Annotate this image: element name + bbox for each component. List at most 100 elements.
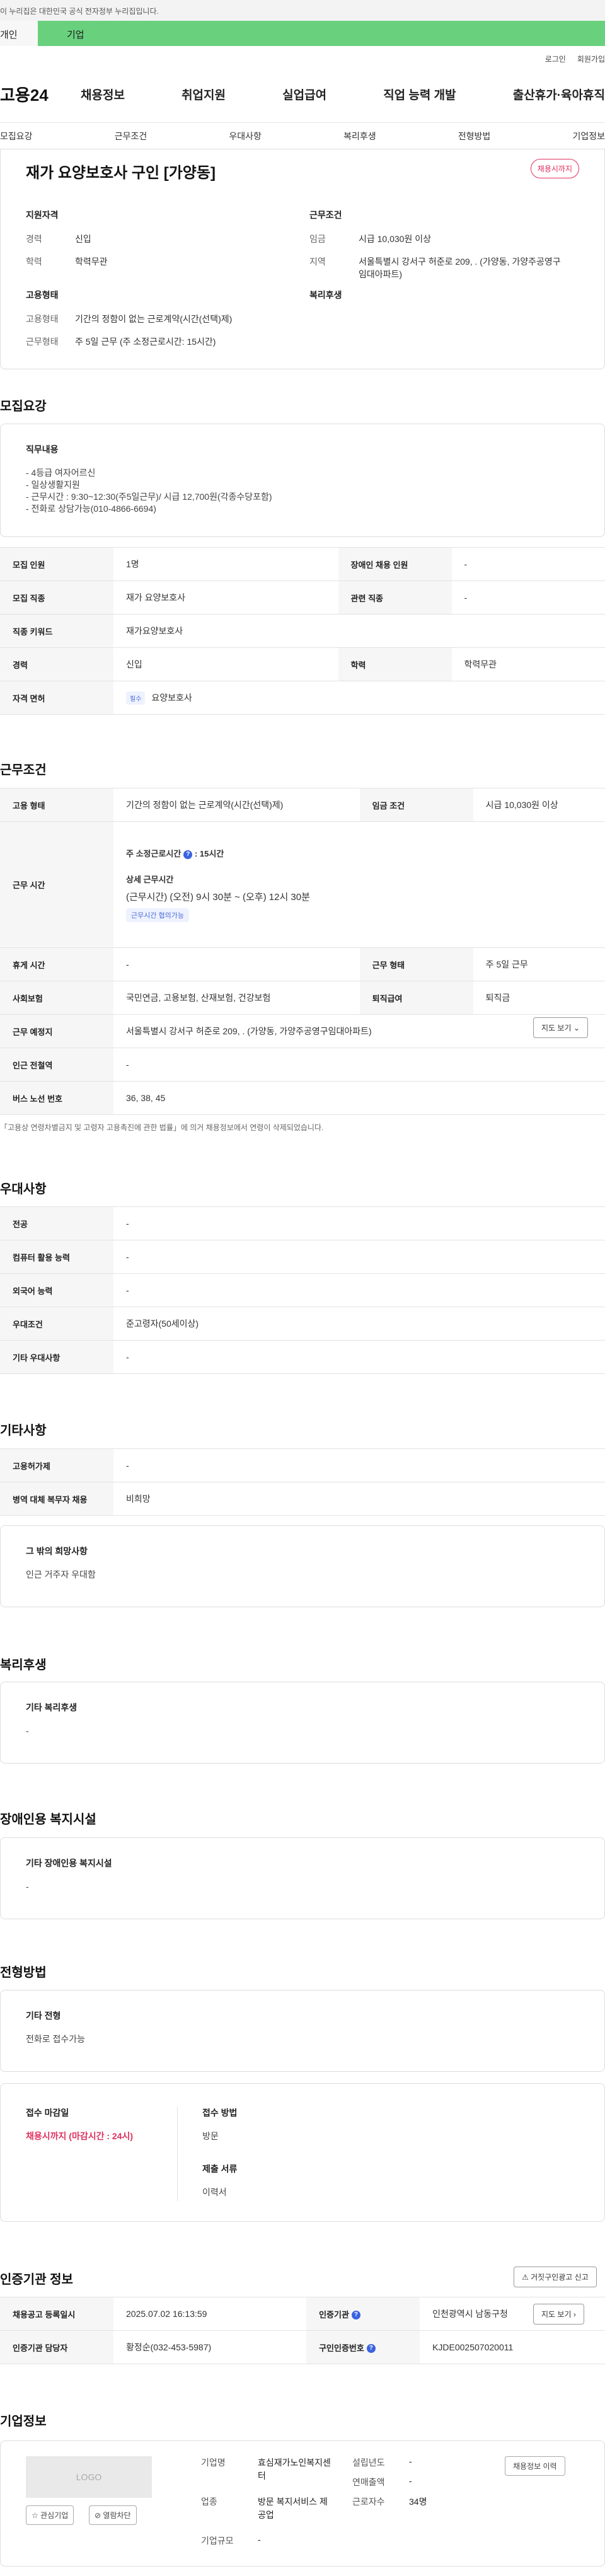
company-value: -	[258, 2534, 261, 2544]
benefit-text: -	[26, 1726, 29, 1736]
subnav-item-preference[interactable]: 우대사항	[229, 130, 262, 142]
table-key: 근무 시간	[0, 821, 113, 948]
table-value: 시급 10,030원 이상	[473, 788, 605, 822]
application-divider	[177, 2106, 178, 2201]
detail-hours-head: 상세 근무시간	[126, 875, 174, 884]
info-icon[interactable]: ?	[351, 2311, 360, 2320]
summary-row: 경력 신입	[26, 233, 291, 245]
duty-line: - 일상생활지원	[26, 480, 80, 490]
table-value: 국민연금, 고용보험, 산재보험, 건강보험	[113, 981, 360, 1015]
info-icon[interactable]: ?	[366, 2344, 376, 2354]
summary-value: 기간의 정함이 없는 근로계약(시간(선택)제)	[75, 314, 233, 324]
gnb-item-unemployment-benefit[interactable]: 실업급여	[282, 86, 326, 103]
other-wish-text: 인근 거주자 우대함	[26, 1569, 96, 1580]
etc-section-title: 기타사항	[0, 1424, 47, 1438]
table-key: 경력	[0, 647, 113, 681]
other-wish-head: 그 밖의 희망사항	[26, 1546, 88, 1556]
table-key: 버스 노선 번호	[0, 1081, 113, 1115]
gnb-item-employment-support[interactable]: 취업지원	[182, 86, 226, 103]
summary-row: 근무형태 주 5일 근무 (주 소정근로시간: 15시간)	[26, 335, 291, 348]
table-key: 장애인 채용 인원	[338, 547, 452, 581]
subnav-item-recruit[interactable]: 모집요강	[0, 130, 33, 142]
chevron-right-icon: ›	[573, 2310, 576, 2319]
table-value: -	[113, 1240, 605, 1274]
table-key: 채용공고 등록일시	[0, 2297, 113, 2331]
method-text: 방문	[202, 2131, 219, 2141]
block-icon: ⊘	[95, 2511, 101, 2520]
table-value: -	[113, 1048, 605, 1082]
subnav-item-selection[interactable]: 전형방법	[458, 130, 491, 142]
agency-map-button[interactable]: 지도 보기 ›	[533, 2304, 584, 2325]
table-key: 휴게 시간	[0, 947, 113, 981]
agency-map-label: 지도 보기	[541, 2310, 572, 2319]
company-key: 연매출액	[352, 2477, 385, 2487]
report-false-ad-button[interactable]: ⚠ 거짓구인광고 신고	[514, 2267, 597, 2287]
hiring-history-button[interactable]: 채용정보 이력	[505, 2456, 565, 2476]
table-row: 고용 형태 기간의 정함이 없는 근로계약(시간(선택)제) 임금 조건 시급 10,…	[0, 788, 605, 822]
table-value: 황정순(032-453-5987)	[113, 2330, 307, 2364]
table-key: 학력	[338, 647, 452, 681]
table-row: 병역 대체 복무자 채용 비희망	[0, 1482, 605, 1516]
company-key: 기업명	[201, 2458, 226, 2468]
login-link[interactable]: 로그인	[545, 54, 566, 66]
subnav-item-conditions[interactable]: 근무조건	[115, 130, 147, 142]
alert-icon: ⚠	[522, 2273, 529, 2282]
duty-line: - 전화로 상담가능(010-4866-6694)	[26, 504, 156, 514]
interest-company-button[interactable]: ☆ 관심기업	[26, 2505, 74, 2525]
table-value: 서울특별시 강서구 허준로 209, . (가양동, 가양주공영구임대아파트)	[113, 1014, 605, 1048]
table-row: 사회보험 국민연금, 고용보험, 산재보험, 건강보험 퇴직급여 퇴직금	[0, 981, 605, 1015]
work-hours-cell: 주 소정근로시간? : 15시간 상세 근무시간 (근무시간) (오전) 9시 …	[113, 821, 605, 948]
table-key: 근무 예정지	[0, 1014, 113, 1048]
company-value: 34명	[409, 2497, 427, 2507]
job-title: 재가 요양보호사 구인 [가양동]	[26, 165, 216, 182]
recruit-section-title: 모집요강	[0, 400, 47, 413]
summary-key: 임금	[309, 234, 326, 244]
company-key: 업종	[201, 2497, 217, 2507]
table-key: 구인인증번호?	[306, 2330, 420, 2364]
table-row: 외국어 능력 -	[0, 1273, 605, 1307]
agency-key-label: 구인인증번호	[319, 2343, 364, 2353]
company-name-row: 기업명 효심재가노인복지센터	[201, 2456, 333, 2483]
selection-head: 기타 전형	[26, 2011, 61, 2021]
weekly-hours-value: : 15시간	[194, 849, 224, 858]
gnb-item-job-info[interactable]: 채용정보	[81, 86, 125, 103]
map-button[interactable]: 지도 보기 ⌄	[533, 1017, 588, 1038]
summary-key: 학력	[26, 257, 42, 267]
company-value: 효심재가노인복지센터	[258, 2458, 331, 2481]
company-section-title: 기업정보	[0, 2415, 47, 2429]
table-key: 퇴직급여	[359, 981, 473, 1015]
table-value: 주 5일 근무	[473, 947, 605, 981]
table-value: 2025.07.02 16:13:59	[113, 2297, 307, 2331]
summary-key: 경력	[26, 234, 42, 244]
tab-company[interactable]: 기업	[38, 21, 605, 46]
prefer-section-title: 우대사항	[0, 1182, 47, 1196]
table-row: 직종 키워드 재가요양보호사	[0, 614, 605, 648]
subnav-item-welfare[interactable]: 복리후생	[343, 130, 376, 142]
subnav-item-company[interactable]: 기업정보	[572, 130, 605, 142]
etc-table: 고용허가제 - 병역 대체 복무자 채용 비희망	[0, 1448, 605, 1516]
table-value: -	[113, 947, 360, 981]
table-key: 모집 인원	[0, 547, 113, 581]
tab-company-label: 기업	[67, 30, 84, 40]
docs-head: 제출 서류	[202, 2164, 238, 2174]
tab-individual-label: 개인	[0, 30, 18, 40]
weekly-hours: 주 소정근로시간? : 15시간	[126, 847, 592, 859]
table-key: 인증기관?	[306, 2297, 420, 2331]
info-icon[interactable]: ?	[183, 850, 193, 859]
company-revenue-row: 연매출액 -	[352, 2476, 412, 2488]
signup-link[interactable]: 회원가입	[577, 54, 605, 66]
table-key: 자격 면허	[0, 681, 113, 715]
duty-line: - 근무시간 : 9:30~12:30(주5일근무)/ 시급 12,700원(각…	[26, 492, 272, 502]
site-logo[interactable]: 고용24	[0, 83, 81, 106]
gnb-item-parental-leave[interactable]: 출산휴가·육아휴직	[513, 86, 605, 103]
block-view-button[interactable]: ⊘ 열람차단	[89, 2505, 137, 2525]
gnb-item-skills-development[interactable]: 직업 능력 개발	[383, 86, 456, 103]
table-row: 버스 노선 번호 36, 38, 45	[0, 1081, 605, 1115]
table-value: 기간의 정함이 없는 근로계약(시간(선택)제)	[113, 788, 360, 822]
table-value: 1명	[113, 547, 338, 581]
tab-individual[interactable]: 개인	[0, 21, 38, 46]
detail-hours-text: (근무시간) (오전) 9시 30분 ~ (오후) 12시 30분	[126, 892, 310, 903]
agency-section-title: 인증기관 정보	[0, 2273, 73, 2287]
chevron-down-icon: ⌄	[573, 1024, 580, 1032]
summary-row: 고용형태 기간의 정함이 없는 근로계약(시간(선택)제)	[26, 313, 291, 325]
